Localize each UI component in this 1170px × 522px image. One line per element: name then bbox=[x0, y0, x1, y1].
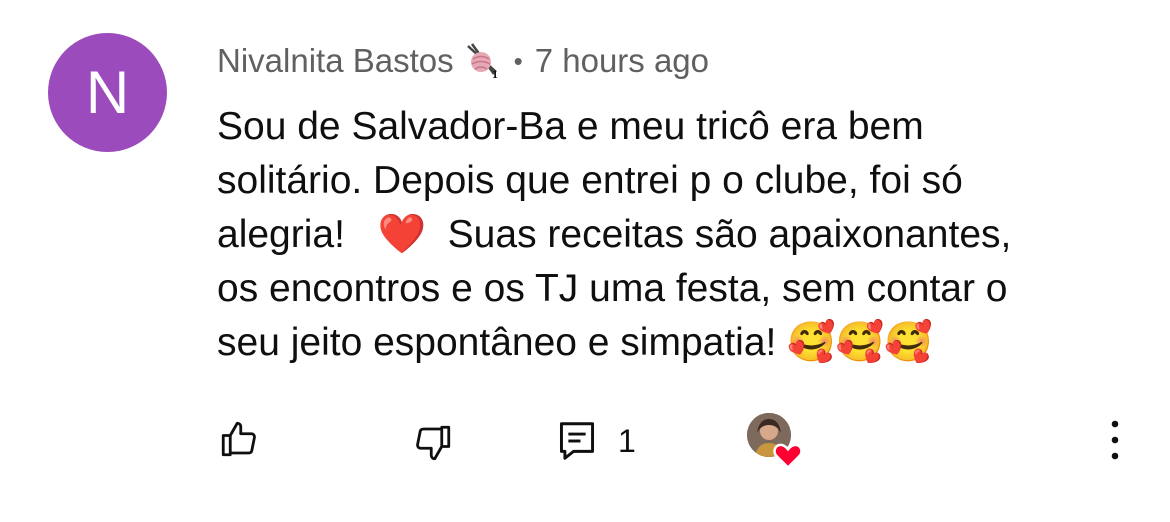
comment-reply-icon bbox=[559, 422, 595, 460]
reply-button[interactable]: 1 bbox=[558, 420, 636, 462]
separator-dot: • bbox=[513, 45, 523, 76]
like-button[interactable] bbox=[218, 418, 260, 460]
thumb-down-icon bbox=[416, 425, 451, 461]
creator-heart-badge bbox=[747, 413, 803, 469]
comment-line: Sou de Salvador-Ba e meu tricô era bem bbox=[217, 105, 924, 148]
comment-line: solitário. Depois que entrei p o clube, … bbox=[217, 159, 963, 202]
reply-count: 1 bbox=[618, 422, 636, 459]
comment-line-part: Suas receitas são apaixonantes, bbox=[447, 213, 1012, 256]
comment-line-part: alegria! bbox=[217, 213, 345, 256]
comment-line: os encontros e os TJ uma festa, sem cont… bbox=[217, 267, 1008, 310]
comment-line: alegria! ❤️ Suas receitas são apaixonant… bbox=[217, 208, 1137, 262]
author-avatar[interactable]: N bbox=[48, 33, 167, 152]
red-heart-emoji: ❤️ bbox=[377, 212, 426, 257]
thumb-up-icon bbox=[221, 421, 256, 457]
more-options-button[interactable] bbox=[1100, 418, 1130, 462]
badge-level: 1 bbox=[492, 67, 498, 80]
smiling-hearts-emoji: 🥰🥰🥰 bbox=[787, 320, 933, 365]
creator-heart-icon bbox=[773, 443, 803, 469]
avatar-letter: N bbox=[85, 59, 130, 126]
comment-line: seu jeito espontâneo e simpatia! 🥰🥰🥰 bbox=[217, 316, 1137, 370]
comment-header: Nivalnita Bastos 1 • 7 hours ago bbox=[217, 38, 709, 84]
comment-actions: 1 bbox=[0, 404, 1170, 474]
yarn-ball-knitting-icon: 1 bbox=[466, 43, 498, 80]
member-badge: 1 bbox=[464, 42, 502, 80]
comment-text: Sou de Salvador-Ba e meu tricô era bem s… bbox=[217, 100, 1137, 370]
dislike-button[interactable] bbox=[412, 422, 454, 464]
more-vertical-icon bbox=[1111, 420, 1119, 460]
comment-timestamp[interactable]: 7 hours ago bbox=[535, 42, 709, 80]
author-name[interactable]: Nivalnita Bastos bbox=[217, 42, 454, 80]
comment-line-part: seu jeito espontâneo e simpatia! bbox=[217, 321, 777, 364]
